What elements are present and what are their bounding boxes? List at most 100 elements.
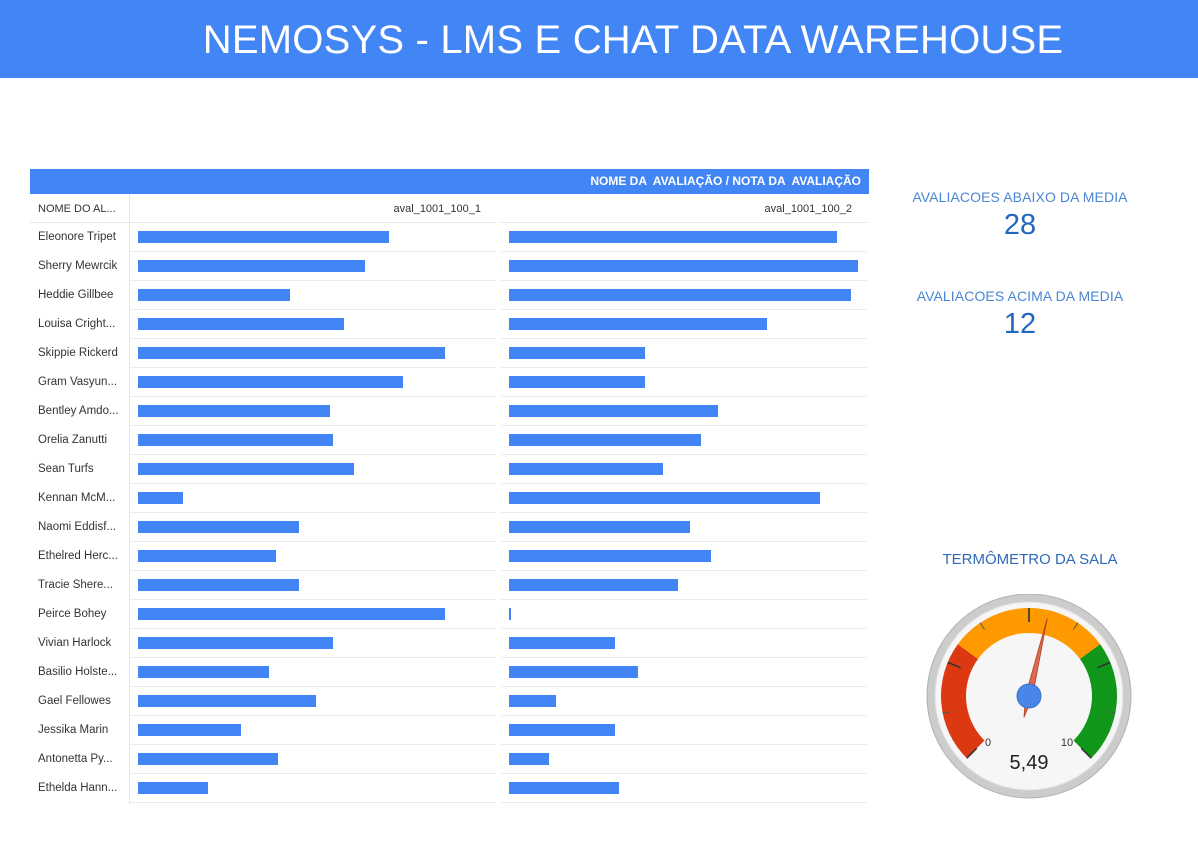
score-cell-eval-2 — [501, 252, 867, 281]
score-bar[interactable] — [509, 376, 645, 388]
table-row: Tracie Shere... — [30, 571, 869, 600]
score-cell-eval-1 — [130, 629, 496, 658]
score-bar[interactable] — [509, 463, 663, 475]
score-cell-eval-1 — [130, 571, 496, 600]
score-cell-eval-1 — [130, 745, 496, 774]
table-row: Peirce Bohey — [30, 600, 869, 629]
score-bar[interactable] — [509, 434, 701, 446]
score-bar[interactable] — [509, 260, 858, 272]
score-bar[interactable] — [138, 289, 290, 301]
score-bar[interactable] — [138, 260, 365, 272]
score-cell-eval-2 — [501, 600, 867, 629]
student-name: Peirce Bohey — [38, 608, 107, 620]
score-cell-eval-1 — [130, 542, 496, 571]
below-average-value: 28 — [1003, 209, 1037, 241]
score-bar[interactable] — [138, 782, 208, 794]
score-cell-eval-2 — [501, 455, 867, 484]
student-name: Orelia Zanutti — [38, 434, 108, 446]
score-cell-eval-2 — [501, 571, 867, 600]
score-bar[interactable] — [509, 724, 615, 736]
score-cell-eval-1 — [130, 281, 496, 310]
score-bar[interactable] — [509, 666, 638, 678]
table-banner-label: NOME DA AVALIAÇÃO / NOTA DA AVALIAÇÃO — [590, 174, 861, 188]
score-bar[interactable] — [509, 782, 619, 794]
score-bar[interactable] — [138, 608, 445, 620]
score-cell-eval-2 — [501, 716, 867, 745]
score-cell-eval-2 — [501, 774, 867, 803]
score-bar[interactable] — [509, 695, 556, 707]
score-cell-eval-2 — [501, 484, 867, 513]
table-row: Sherry Mewrcik — [30, 252, 869, 281]
score-cell-eval-1 — [130, 455, 496, 484]
score-cell-eval-1 — [130, 397, 496, 426]
score-cell-eval-1 — [130, 513, 496, 542]
score-bar[interactable] — [138, 318, 344, 330]
score-bar[interactable] — [138, 492, 183, 504]
score-bar[interactable] — [509, 347, 645, 359]
score-bar[interactable] — [509, 608, 511, 620]
score-cell-eval-1 — [130, 484, 496, 513]
score-bar[interactable] — [509, 579, 678, 591]
below-average-scorecard: AVALIACOES ABAIXO DA MEDIA 28 — [900, 189, 1140, 242]
score-cell-eval-1 — [130, 716, 496, 745]
score-bar[interactable] — [138, 434, 333, 446]
score-bar[interactable] — [509, 521, 690, 533]
score-bar[interactable] — [138, 724, 241, 736]
student-name: Ethelred Herc... — [38, 550, 118, 562]
score-cell-eval-1 — [130, 252, 496, 281]
score-cell-eval-1 — [130, 223, 496, 252]
score-bar[interactable] — [509, 637, 615, 649]
score-bar[interactable] — [138, 405, 330, 417]
room-thermometer-gauge: 0 10 5,49 — [926, 594, 1132, 799]
score-bar[interactable] — [509, 550, 711, 562]
score-cell-eval-1 — [130, 368, 496, 397]
score-bar[interactable] — [138, 695, 316, 707]
score-bar[interactable] — [138, 231, 389, 243]
table-row: Antonetta Py... — [30, 745, 869, 774]
score-bar[interactable] — [138, 347, 445, 359]
score-bar[interactable] — [509, 289, 851, 301]
score-bar[interactable] — [138, 463, 354, 475]
score-bar[interactable] — [138, 521, 299, 533]
evaluation-1-column-header[interactable]: aval_1001_100_1 — [130, 194, 496, 223]
score-bar[interactable] — [138, 579, 299, 591]
table-row: Heddie Gillbee — [30, 281, 869, 310]
above-average-scorecard: AVALIACOES ACIMA DA MEDIA 12 — [900, 288, 1140, 341]
table-row: Vivian Harlock — [30, 629, 869, 658]
score-cell-eval-2 — [501, 542, 867, 571]
student-name: Kennan McM... — [38, 492, 116, 504]
table-row: Orelia Zanutti — [30, 426, 869, 455]
score-bar[interactable] — [138, 666, 269, 678]
table-row: Eleonore Tripet — [30, 223, 869, 252]
score-bar[interactable] — [509, 231, 837, 243]
table-row: Naomi Eddisf... — [30, 513, 869, 542]
score-bar[interactable] — [509, 753, 549, 765]
table-row: Skippie Rickerd — [30, 339, 869, 368]
student-name: Sherry Mewrcik — [38, 260, 118, 272]
score-cell-eval-1 — [130, 310, 496, 339]
gauge-title: TERMÔMETRO DA SALA — [942, 551, 1118, 568]
score-bar[interactable] — [138, 550, 276, 562]
score-bar[interactable] — [138, 376, 403, 388]
score-bar[interactable] — [138, 637, 333, 649]
table-row: Bentley Amdo... — [30, 397, 869, 426]
score-cell-eval-2 — [501, 687, 867, 716]
header-bar: NEMOSYS - LMS E CHAT DATA WAREHOUSE — [0, 0, 1198, 78]
student-name: Jessika Marin — [38, 724, 109, 736]
table-row: Jessika Marin — [30, 716, 869, 745]
gauge-min-label: 0 — [985, 737, 991, 749]
gauge-value: 5,49 — [1010, 752, 1049, 774]
score-cell-eval-2 — [501, 397, 867, 426]
score-bar[interactable] — [509, 492, 820, 504]
student-name: Basilio Holste... — [38, 666, 118, 678]
score-bar[interactable] — [138, 753, 278, 765]
table-row: Basilio Holste... — [30, 658, 869, 687]
evaluation-bar-table: NOME DA AVALIAÇÃO / NOTA DA AVALIAÇÃO NO… — [30, 169, 869, 804]
evaluation-2-column-header[interactable]: aval_1001_100_2 — [501, 194, 867, 223]
score-bar[interactable] — [509, 318, 767, 330]
score-cell-eval-2 — [501, 310, 867, 339]
score-bar[interactable] — [509, 405, 718, 417]
score-cell-eval-1 — [130, 687, 496, 716]
student-name: Antonetta Py... — [38, 753, 113, 765]
student-name-column-header[interactable]: NOME DO AL... — [30, 194, 129, 223]
